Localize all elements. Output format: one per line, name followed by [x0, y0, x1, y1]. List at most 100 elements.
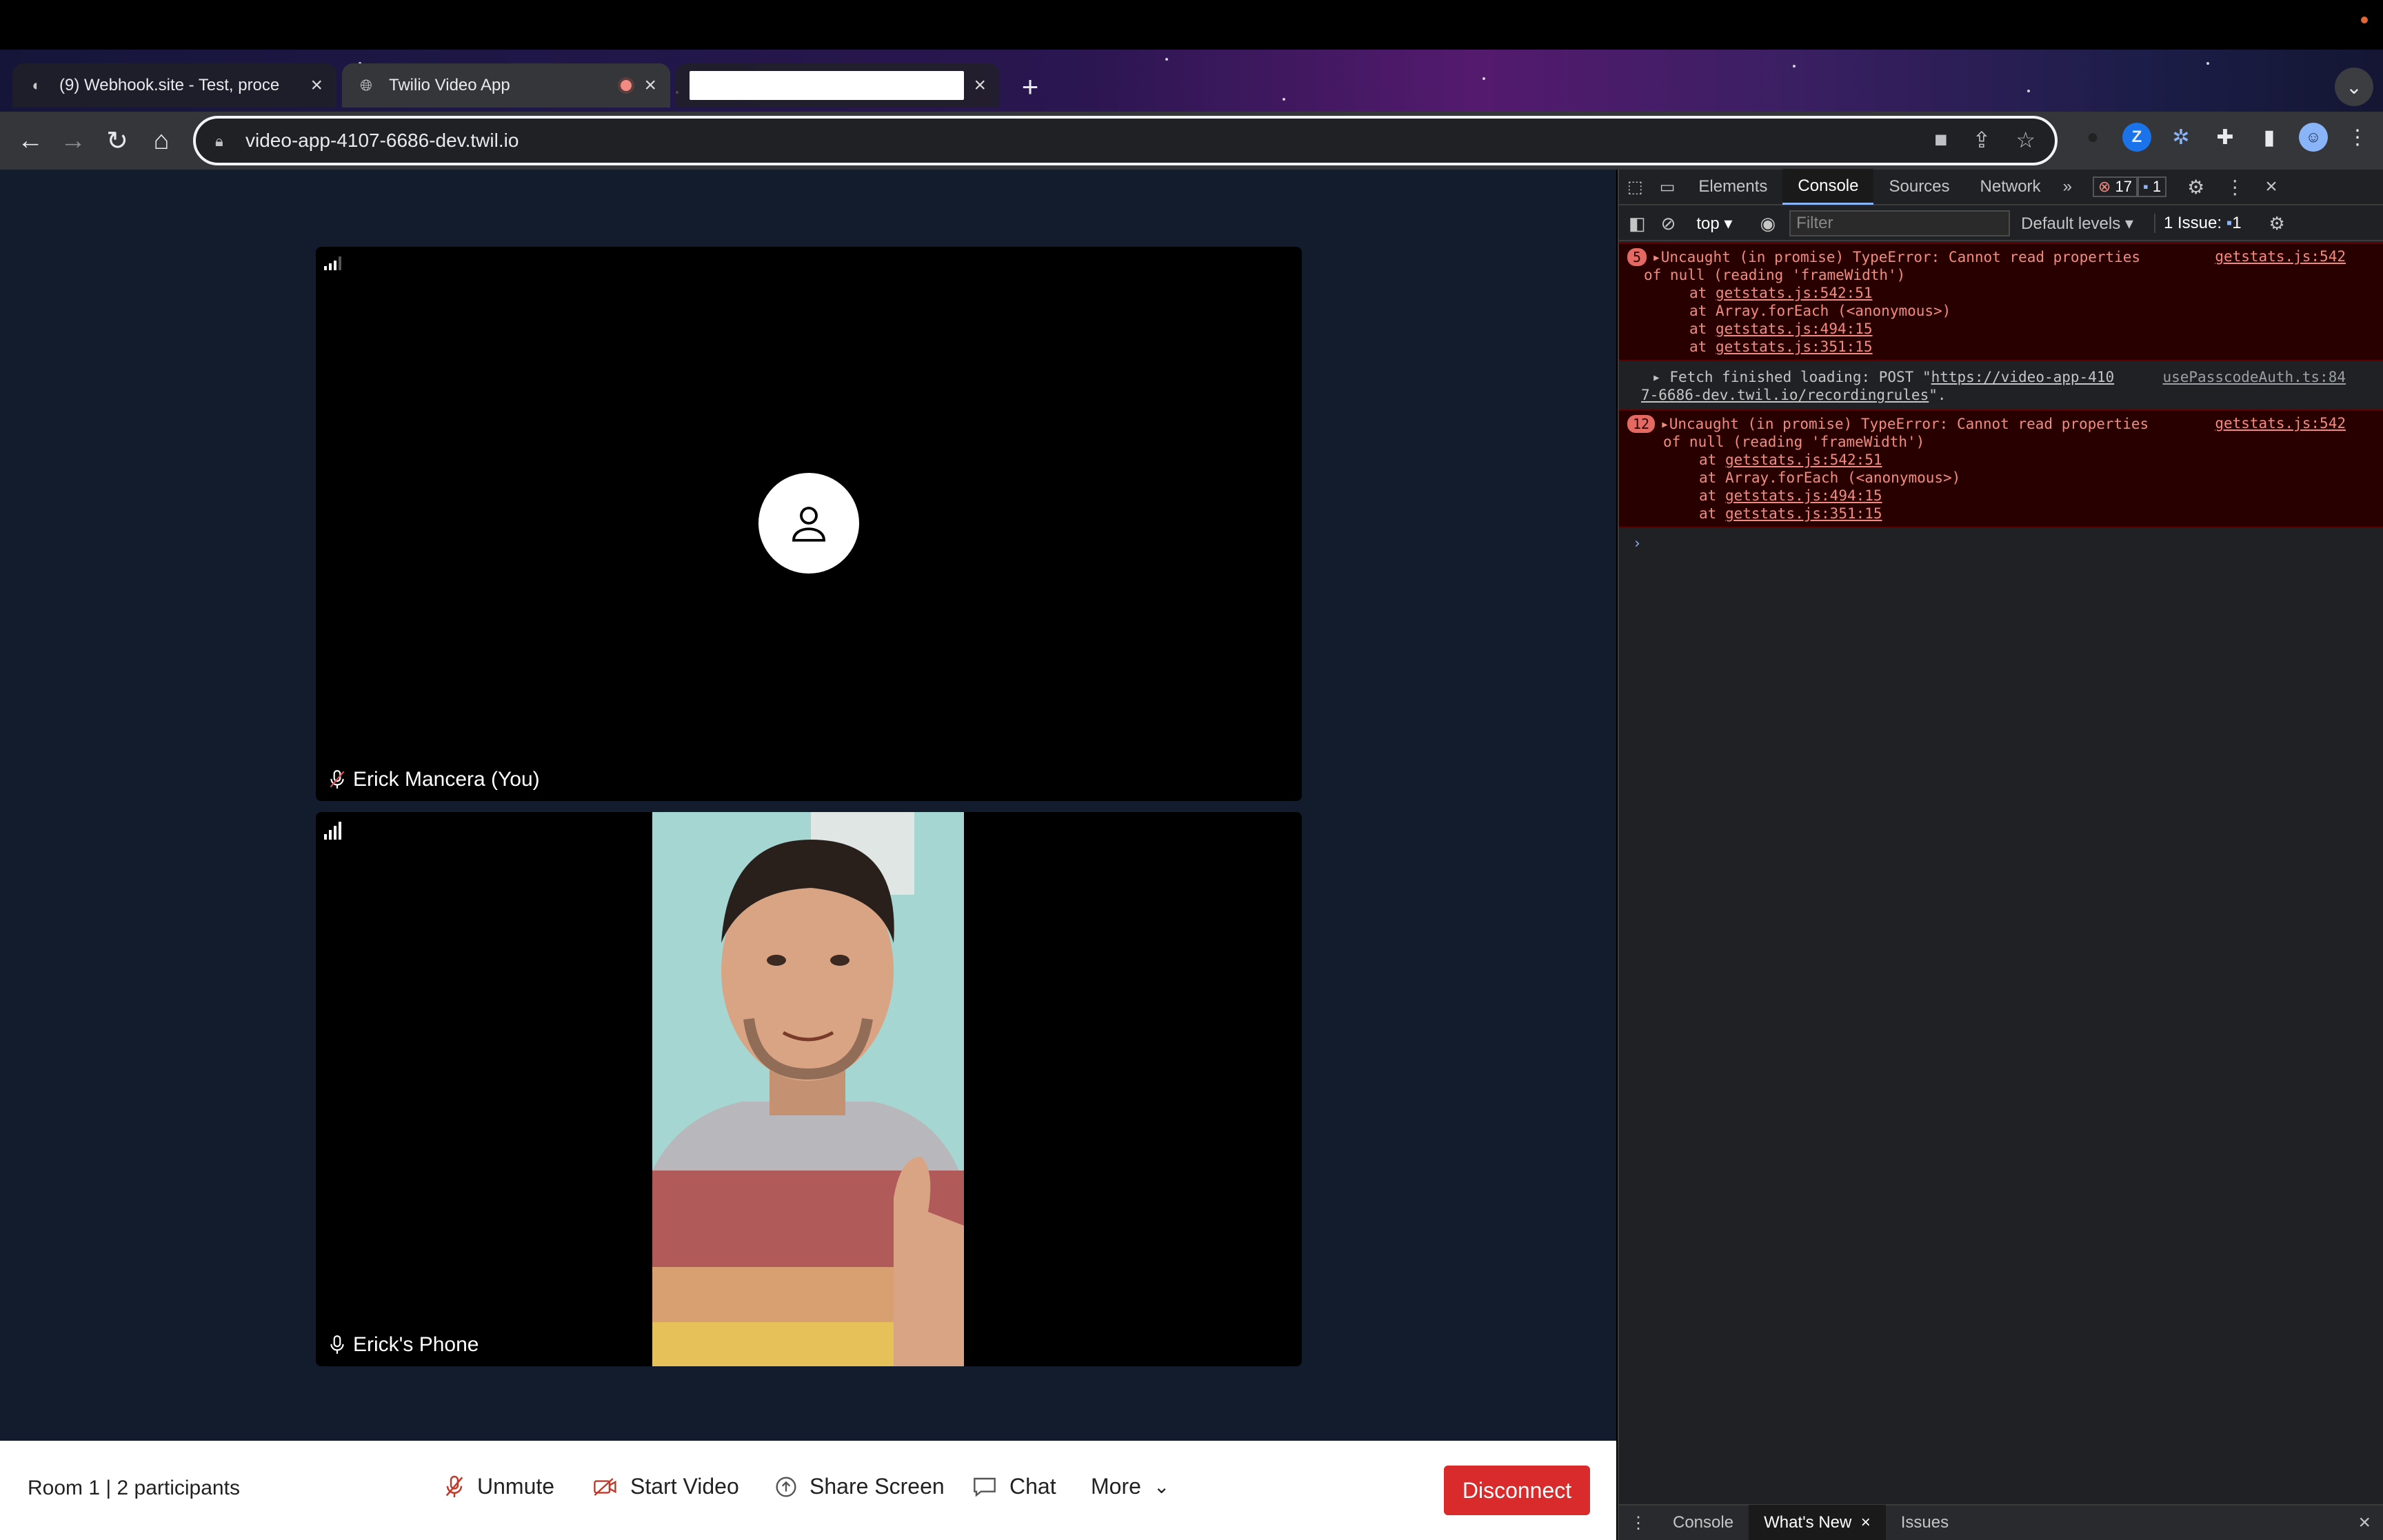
reload-icon[interactable]: ↻ — [98, 121, 137, 160]
stack-text: Array.forEach (<anonymous>) — [1715, 303, 1951, 319]
error-text: Uncaught (in promise) TypeError: Cannot … — [1660, 249, 2141, 265]
close-drawer-icon[interactable]: × — [2358, 1511, 2371, 1534]
drawer-tab-console[interactable]: Console — [1658, 1505, 1749, 1540]
kebab-menu-icon[interactable]: ⋮ — [2225, 176, 2244, 199]
message-counter[interactable]: ▪ 1 — [2137, 176, 2167, 197]
error-text-cont: of null (reading 'frameWidth') — [1644, 267, 1906, 283]
close-tab-icon[interactable]: × — [974, 74, 986, 97]
message-count: 1 — [2152, 178, 2162, 195]
expand-arrow-icon[interactable]: ▸ — [1652, 369, 1661, 385]
room-controls-bar: Room 1 | 2 participants Unmute Start Vid… — [0, 1441, 1616, 1540]
gear-extension-icon[interactable]: ✲ — [2166, 123, 2195, 152]
network-quality-icon — [324, 822, 341, 840]
request-url-link[interactable]: https://video-app-410 — [1931, 369, 2115, 385]
share-screen-button[interactable]: Share Screen — [775, 1474, 945, 1499]
back-icon[interactable]: ← — [11, 121, 50, 160]
more-button[interactable]: More ⌄ — [1091, 1474, 1169, 1499]
at-label: at — [1689, 285, 1707, 301]
chat-button[interactable]: Chat — [972, 1474, 1056, 1499]
issues-label: 1 Issue: — [2163, 214, 2222, 232]
camera-in-use-icon[interactable]: ■ — [1934, 127, 1947, 153]
browser-toolbar: ← → ↻ ⌂ 🔒︎ video-app-4107-6686-dev.twil.… — [0, 112, 2383, 170]
tab-sources[interactable]: Sources — [1873, 169, 1964, 205]
console-toolbar: ◧ ⊘ top ▾ ◉ Filter Default levels ▾ 1 Is… — [1619, 207, 2383, 241]
settings-gear-icon[interactable]: ⚙ — [2187, 176, 2204, 199]
puzzle-extensions-icon[interactable]: ✚ — [2211, 123, 2240, 152]
stack-link[interactable]: getstats.js:494:15 — [1725, 487, 1882, 504]
tab-search-button[interactable]: ⌄ — [2335, 68, 2373, 106]
request-url-link-cont[interactable]: 7-6686-dev.twil.io/recordingrules — [1641, 387, 1929, 403]
expand-arrow-icon[interactable]: ▸ — [1652, 249, 1661, 265]
stack-link[interactable]: getstats.js:542:51 — [1716, 285, 1873, 301]
devtools-tab-bar: ⬚ ▭ Elements Console Sources Network » ⊗… — [1619, 169, 2383, 205]
drawer-tab-whats-new[interactable]: What's New × — [1749, 1505, 1886, 1540]
share-icon[interactable]: ⇪ — [1973, 127, 1991, 153]
address-bar[interactable]: 🔒︎ video-app-4107-6686-dev.twil.io ■ ⇪ ☆ — [193, 116, 2058, 165]
sidebar-toggle-icon[interactable]: ◧ — [1629, 213, 1646, 234]
stack-link[interactable]: getstats.js:542:51 — [1725, 452, 1882, 468]
source-link[interactable]: usePasscodeAuth.ts:84 — [2162, 368, 2346, 386]
more-tabs-icon[interactable]: » — [2056, 169, 2079, 205]
tab-console[interactable]: Console — [1782, 169, 1874, 205]
stack-link[interactable]: getstats.js:494:15 — [1716, 321, 1873, 337]
extension-dark-icon[interactable]: ● — [2078, 123, 2107, 152]
source-link[interactable]: getstats.js:542 — [2215, 415, 2346, 432]
console-info-message[interactable]: ▸ Fetch finished loading: POST "https://… — [1619, 361, 2383, 409]
tab-elements[interactable]: Elements — [1683, 169, 1782, 205]
issues-counter[interactable]: 1 Issue: ▪1 — [2153, 214, 2242, 233]
new-tab-button[interactable]: + — [1012, 69, 1048, 105]
forward-icon[interactable]: → — [54, 121, 92, 160]
room-info: Room 1 | 2 participants — [28, 1477, 240, 1499]
tab-redacted[interactable]: × — [676, 63, 1000, 108]
tab-webhook[interactable]: ◐ (9) Webhook.site - Test, proce × — [12, 63, 336, 108]
inspect-element-icon[interactable]: ⬚ — [1619, 169, 1651, 205]
console-prompt[interactable]: › — [1619, 528, 2383, 558]
home-icon[interactable]: ⌂ — [142, 121, 181, 160]
chat-icon — [974, 1477, 996, 1497]
close-devtools-icon[interactable]: × — [2265, 175, 2278, 199]
close-tab-icon[interactable]: × — [310, 74, 323, 97]
console-error-message[interactable]: 5 ▸Uncaught (in promise) TypeError: Canno… — [1619, 243, 2383, 361]
tab-twilio-video-app[interactable]: 🌐︎ Twilio Video App × — [342, 63, 670, 108]
at-label: at — [1699, 452, 1717, 468]
mic-icon — [330, 1335, 344, 1354]
at-label: at — [1689, 303, 1707, 319]
video-app-page: Erick Mancera (You) Erick's Phone — [0, 170, 1616, 1540]
drawer-menu-icon[interactable]: ⋮ — [1619, 1505, 1658, 1540]
drawer-tab-issues[interactable]: Issues — [1886, 1505, 1964, 1540]
repeat-count-badge: 5 — [1627, 248, 1647, 266]
more-label: More — [1091, 1474, 1141, 1499]
at-label: at — [1699, 505, 1717, 522]
tab-strip: ◐ (9) Webhook.site - Test, proce × 🌐︎ Tw… — [0, 50, 2383, 112]
filter-input[interactable]: Filter — [1789, 210, 2011, 236]
globe-icon: 🌐︎ — [360, 77, 372, 94]
participant-name: Erick's Phone — [353, 1333, 479, 1356]
clear-console-icon[interactable]: ⊘ — [1661, 213, 1676, 234]
expand-arrow-icon[interactable]: ▸ — [1660, 416, 1669, 432]
tab-network[interactable]: Network — [1965, 169, 2056, 205]
profile-avatar[interactable]: ☺ — [2299, 123, 2328, 152]
close-tab-icon[interactable]: × — [1861, 1513, 1871, 1532]
unmute-button[interactable]: Unmute — [444, 1474, 554, 1499]
zoom-extension-icon[interactable]: Z — [2122, 123, 2151, 152]
context-select[interactable]: top ▾ — [1696, 214, 1732, 234]
console-settings-gear-icon[interactable]: ⚙ — [2269, 213, 2285, 234]
kebab-menu-icon[interactable]: ⋮ — [2343, 123, 2372, 152]
close-tab-icon[interactable]: × — [644, 74, 656, 97]
error-text-cont: of null (reading 'frameWidth') — [1663, 434, 1925, 450]
stack-link[interactable]: getstats.js:351:15 — [1716, 338, 1873, 355]
console-error-message[interactable]: 12 ▸Uncaught (in promise) TypeError: Cann… — [1619, 409, 2383, 528]
side-panel-icon[interactable]: ▮ — [2255, 123, 2284, 152]
source-link[interactable]: getstats.js:542 — [2215, 248, 2346, 265]
participant-label: Erick Mancera (You) — [323, 765, 545, 794]
error-counter[interactable]: ⊗ 17 — [2092, 176, 2138, 197]
start-video-button[interactable]: Start Video — [593, 1474, 739, 1499]
disconnect-button[interactable]: Disconnect — [1444, 1466, 1590, 1515]
stack-trace: at getstats.js:542:51 at Array.forEach (… — [1627, 284, 2377, 356]
info-text: Fetch finished loading: POST " — [1669, 369, 1931, 385]
bookmark-star-icon[interactable]: ☆ — [2015, 127, 2035, 153]
stack-link[interactable]: getstats.js:351:15 — [1725, 505, 1882, 522]
device-toolbar-icon[interactable]: ▭ — [1651, 169, 1684, 205]
log-levels-select[interactable]: Default levels ▾ — [2021, 214, 2133, 234]
live-expression-eye-icon[interactable]: ◉ — [1760, 213, 1776, 234]
